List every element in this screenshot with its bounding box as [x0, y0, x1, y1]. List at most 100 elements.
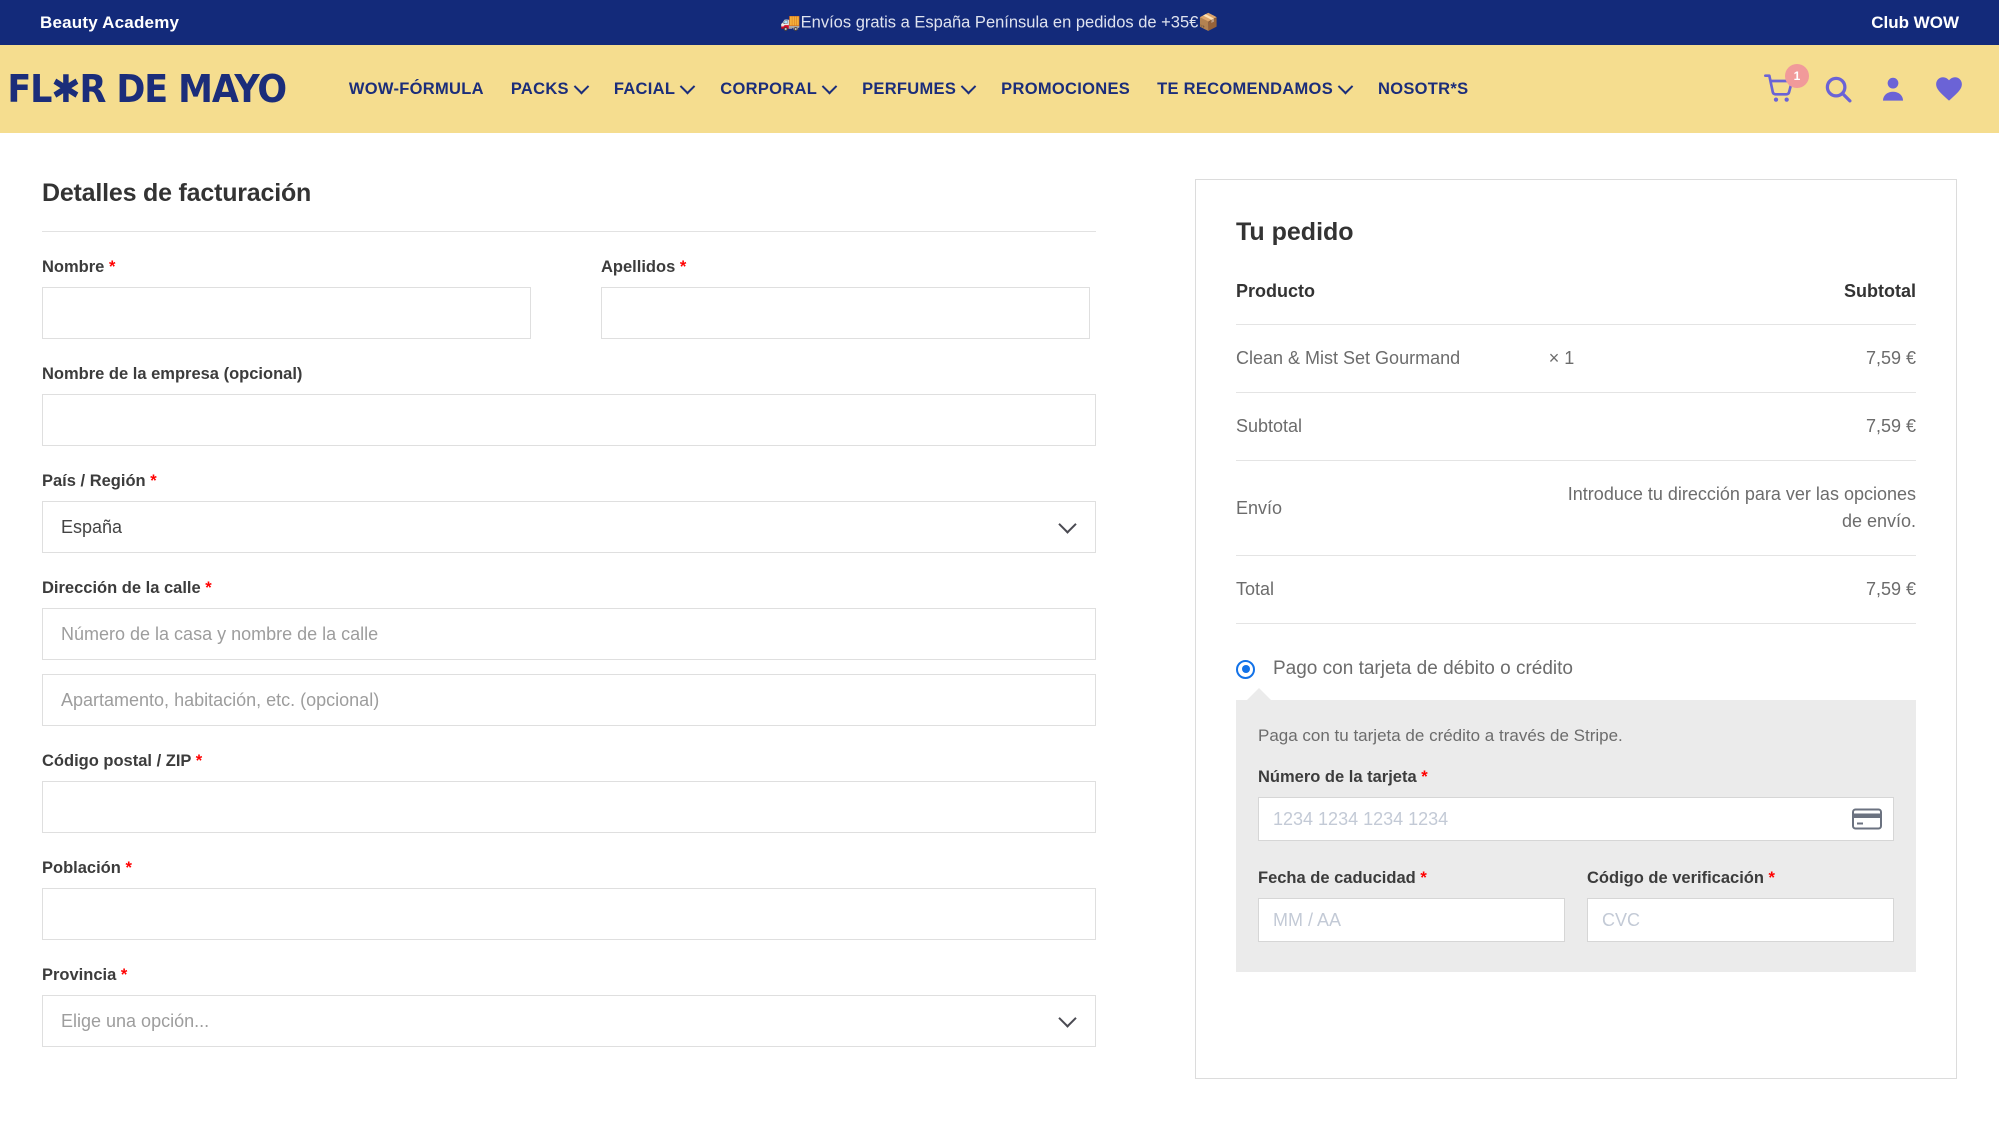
city-group: Población *	[42, 859, 1195, 940]
first-name-label-text: Nombre	[42, 258, 105, 276]
province-select[interactable]	[42, 995, 1096, 1047]
total-label: Total	[1236, 555, 1712, 624]
search-icon[interactable]	[1823, 74, 1853, 104]
country-select[interactable]	[42, 501, 1096, 553]
announcement-bar: Beauty Academy 🚚Envíos gratis a España P…	[0, 0, 1999, 45]
credit-card-icon	[1852, 808, 1882, 830]
chevron-down-icon	[1337, 78, 1354, 94]
street-address-line1-input[interactable]	[42, 608, 1096, 660]
nav-item-perfumes[interactable]: PERFUMES	[862, 78, 977, 99]
province-group: Provincia *	[42, 966, 1195, 1047]
subtotal-label: Subtotal	[1236, 392, 1712, 461]
nav-item-nosotrs[interactable]: NOSOTR*S	[1378, 80, 1468, 99]
first-name-group: Nombre *	[42, 258, 531, 339]
order-summary-table: Producto Subtotal Clean & Mist Set Gourm…	[1236, 281, 1916, 624]
card-expiry-cvc-row: Fecha de caducidad * Código de verificac…	[1258, 869, 1894, 942]
order-summary-panel: Tu pedido Producto Subtotal Clean & Mist…	[1195, 179, 1957, 1079]
nav-label: CORPORAL	[720, 79, 818, 98]
postcode-group: Código postal / ZIP *	[42, 752, 1195, 833]
card-expiry-label: Fecha de caducidad *	[1258, 869, 1565, 888]
nav-label: NOSOTR*S	[1378, 79, 1469, 98]
page-title: Detalles de facturación	[42, 179, 312, 207]
card-expiry-input[interactable]	[1258, 898, 1565, 942]
main-navigation: FL✱R DE MAYO WOW-FÓRMULA PACKS FACIAL CO…	[0, 45, 1999, 133]
card-number-label-text: Número de la tarjeta	[1258, 768, 1417, 786]
street-label-text: Dirección de la calle	[42, 579, 201, 597]
nav-item-packs[interactable]: PACKS	[510, 78, 590, 99]
card-cvc-input[interactable]	[1587, 898, 1894, 942]
nav-links: WOW-FÓRMULA PACKS FACIAL CORPORAL PERFUM…	[349, 78, 1469, 99]
nav-label: PACKS	[510, 79, 569, 98]
card-expiry-group: Fecha de caducidad *	[1258, 869, 1565, 942]
country-label: País / Región *	[42, 472, 1195, 491]
chevron-down-icon	[679, 78, 696, 94]
nav-item-wow-formula[interactable]: WOW-FÓRMULA	[349, 80, 484, 99]
last-name-input[interactable]	[601, 287, 1090, 339]
nav-label: PERFUMES	[862, 79, 957, 98]
wishlist-heart-icon[interactable]	[1933, 74, 1965, 104]
subtotal-value: 7,59 €	[1711, 392, 1916, 461]
street-group: Dirección de la calle *	[42, 579, 1195, 726]
total-row: Total 7,59 €	[1236, 555, 1916, 624]
radio-button-card-payment[interactable]	[1236, 659, 1255, 679]
card-number-wrapper	[1258, 797, 1894, 841]
column-header-subtotal: Subtotal	[1711, 281, 1916, 325]
chevron-down-icon	[821, 78, 838, 94]
nav-item-promociones[interactable]: PROMOCIONES	[1001, 80, 1130, 99]
name-row: Nombre * Apellidos *	[42, 258, 1195, 339]
province-label-text: Provincia	[42, 966, 117, 984]
nav-label: FACIAL	[613, 79, 676, 98]
required-marker: *	[108, 258, 116, 276]
table-row: Clean & Mist Set Gourmand × 1 7,59 €	[1236, 324, 1916, 393]
required-marker: *	[1421, 768, 1428, 786]
city-input[interactable]	[42, 888, 1096, 940]
card-expiry-label-text: Fecha de caducidad	[1258, 869, 1416, 887]
card-cvc-label: Código de verificación *	[1587, 869, 1894, 888]
order-review-column: Tu pedido Producto Subtotal Clean & Mist…	[1195, 133, 1999, 1136]
order-item-name: Clean & Mist Set Gourmand	[1236, 324, 1549, 393]
required-marker: *	[1420, 869, 1427, 887]
province-select-wrapper	[42, 995, 1096, 1047]
card-number-label: Número de la tarjeta *	[1258, 768, 1894, 787]
column-header-product: Producto	[1236, 281, 1712, 325]
required-marker: *	[125, 859, 132, 877]
nav-label: WOW-FÓRMULA	[348, 79, 484, 98]
first-name-input[interactable]	[42, 287, 531, 339]
total-value: 7,59 €	[1711, 555, 1916, 624]
shipping-label: Envío	[1236, 460, 1549, 556]
order-item-subtotal: 7,59 €	[1711, 324, 1916, 393]
order-item-quantity: × 1	[1548, 324, 1712, 393]
nav-item-te-recomendamos[interactable]: TE RECOMENDAMOS	[1157, 78, 1354, 99]
account-icon[interactable]	[1879, 74, 1907, 104]
site-logo[interactable]: FL✱R DE MAYO	[0, 67, 287, 111]
cart-count-badge: 1	[1785, 64, 1809, 88]
cart-icon[interactable]: 1	[1763, 64, 1809, 105]
street-address-line2-input[interactable]	[42, 674, 1096, 726]
nav-label: TE RECOMENDAMOS	[1157, 79, 1333, 98]
table-header-row: Producto Subtotal	[1236, 281, 1916, 325]
chevron-down-icon	[573, 78, 590, 94]
stripe-description: Paga con tu tarjeta de crédito a través …	[1258, 726, 1623, 745]
country-select-wrapper	[42, 501, 1096, 553]
nav-item-facial[interactable]: FACIAL	[613, 78, 696, 99]
callout-arrow	[1246, 688, 1272, 701]
club-wow-link[interactable]: Club WOW	[1871, 13, 1959, 33]
required-marker: *	[679, 258, 687, 276]
required-marker: *	[150, 472, 157, 490]
checkout-page: Detalles de facturación Nombre * Apellid…	[0, 133, 1999, 1136]
postcode-input[interactable]	[42, 781, 1096, 833]
stripe-payment-box: Paga con tu tarjeta de crédito a través …	[1236, 688, 1916, 972]
required-marker: *	[205, 579, 212, 597]
company-input[interactable]	[42, 394, 1096, 446]
card-number-input[interactable]	[1258, 797, 1894, 841]
last-name-label: Apellidos *	[601, 258, 1090, 277]
country-label-text: País / Región	[42, 472, 146, 490]
payment-option-card[interactable]: Pago con tarjeta de débito o crédito	[1236, 658, 1916, 686]
street-label: Dirección de la calle *	[42, 579, 1195, 598]
billing-details-column: Detalles de facturación Nombre * Apellid…	[0, 133, 1195, 1136]
nav-item-corporal[interactable]: CORPORAL	[720, 78, 838, 99]
city-label: Población *	[42, 859, 1195, 878]
card-cvc-group: Código de verificación *	[1587, 869, 1894, 942]
beauty-academy-link[interactable]: Beauty Academy	[40, 13, 179, 33]
subtotal-row: Subtotal 7,59 €	[1236, 392, 1916, 461]
